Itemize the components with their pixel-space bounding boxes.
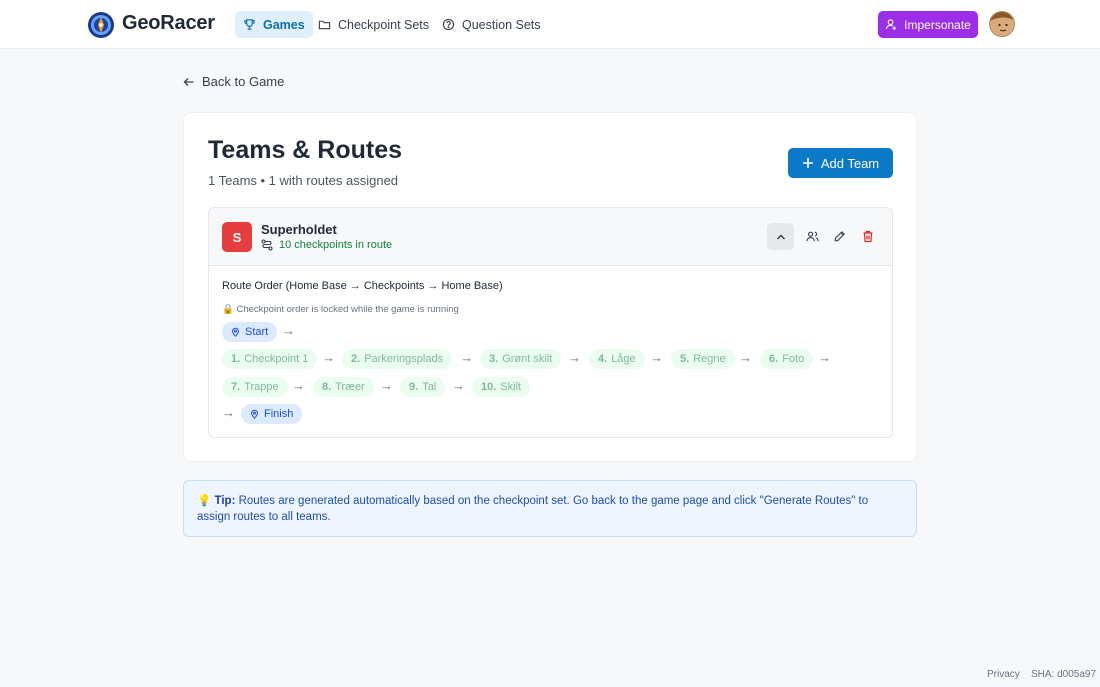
checkpoint-name: Parkeringsplads (364, 353, 444, 365)
delete-team-button[interactable] (854, 223, 881, 250)
checkpoint-number: 8. (322, 381, 332, 393)
start-label: Start (245, 326, 269, 338)
arrow-left-icon (183, 77, 194, 86)
checkpoint-number: 7. (231, 381, 241, 393)
route-arrow: → (282, 323, 295, 338)
team-members-button[interactable] (799, 223, 826, 250)
page-title: Teams & Routes (208, 136, 403, 164)
nav-question-sets[interactable]: Question Sets (434, 11, 549, 38)
add-team-button[interactable]: Add Team (788, 148, 893, 178)
tip-label: Tip: (214, 495, 236, 507)
checkpoint-name: Tal (422, 381, 437, 393)
route-arrow: → (568, 350, 581, 365)
checkpoint-chip: 10. Skilt (472, 377, 531, 397)
route-arrow: → (818, 350, 831, 365)
user-avatar[interactable] (989, 11, 1015, 37)
start-chip: Start (222, 322, 278, 342)
brand-name[interactable]: GeoRacer (122, 12, 215, 35)
checkpoint-chip: 8. Træer (313, 377, 374, 397)
tip-banner: 💡 Tip: Routes are generated automaticall… (183, 480, 917, 537)
map-pin-icon (232, 327, 239, 337)
team-header[interactable]: S Superholdet 10 checkpoints in route (209, 208, 892, 266)
checkpoint-name: Trappe (244, 381, 279, 393)
tip-text: Routes are generated automatically based… (197, 495, 869, 523)
checkpoint-name: Regne (693, 353, 726, 365)
route-icon (261, 239, 273, 251)
build-sha: SHA: d005a97 (1031, 669, 1097, 680)
checkpoint-name: Grønt skilt (502, 353, 553, 365)
pencil-icon (834, 231, 845, 242)
back-label: Back to Game (202, 74, 285, 89)
checkpoint-chip: 1. Checkpoint 1 (222, 349, 318, 369)
checkpoint-number: 3. (489, 353, 499, 365)
user-switch-icon (885, 19, 897, 31)
team-meta-label: 10 checkpoints in route (279, 239, 393, 251)
route-arrow: → (739, 350, 752, 365)
checkpoint-number: 6. (769, 353, 779, 365)
back-to-game-link[interactable]: Back to Game (183, 74, 284, 89)
team-route-meta: 10 checkpoints in route (261, 239, 392, 251)
checkpoint-chip: 5. Regne (671, 349, 735, 369)
nav-question-sets-label: Question Sets (462, 17, 541, 32)
checkpoint-chip: 2. Parkeringsplads (342, 349, 453, 369)
finish-chip: Finish (241, 404, 303, 424)
route-arrow: → (650, 350, 663, 365)
checkpoint-number: 4. (598, 353, 608, 365)
route-arrow: → (380, 378, 393, 393)
route-arrow: → (322, 350, 335, 365)
checkpoint-number: 1. (231, 353, 241, 365)
top-navbar: GeoRacer Games Checkpoint Sets Question … (0, 0, 1100, 49)
checkpoint-name: Låge (611, 353, 636, 365)
finish-label: Finish (264, 408, 294, 420)
impersonate-button[interactable]: Impersonate (878, 11, 978, 38)
checkpoint-chip: 6. Foto (760, 349, 814, 369)
route-arrow: → (222, 405, 235, 420)
checkpoint-number: 9. (409, 381, 419, 393)
lightbulb-icon: 💡 (197, 495, 212, 507)
folder-icon (318, 20, 331, 30)
privacy-link[interactable]: Privacy (987, 669, 1020, 680)
lock-note: 🔒 Checkpoint order is locked while the g… (222, 304, 459, 315)
route-arrow: → (292, 378, 305, 393)
nav-games-label: Games (263, 17, 305, 32)
question-circle-icon (442, 18, 455, 31)
map-pin-icon (251, 409, 258, 419)
avatar-face-icon (990, 12, 1014, 36)
plus-icon (802, 158, 813, 168)
team-card: S Superholdet 10 checkpoints in route Ro… (208, 207, 893, 438)
route-arrow: → (452, 378, 465, 393)
compass-logo-icon[interactable] (87, 11, 115, 39)
nav-checkpoint-sets-label: Checkpoint Sets (338, 17, 430, 32)
checkpoint-name: Checkpoint 1 (244, 353, 309, 365)
route-order-title: Route Order (Home Base → Checkpoints → H… (222, 280, 503, 292)
checkpoint-name: Skilt (500, 381, 522, 393)
checkpoint-number: 10. (481, 381, 497, 393)
page-subtitle: 1 Teams • 1 with routes assigned (208, 173, 399, 188)
nav-checkpoint-sets[interactable]: Checkpoint Sets (310, 11, 437, 38)
checkpoint-chip: 9. Tal (400, 377, 446, 397)
checkpoint-name: Foto (782, 353, 805, 365)
chevron-up-icon (776, 233, 785, 240)
trophy-icon (244, 19, 255, 30)
checkpoint-number: 5. (680, 353, 690, 365)
checkpoint-chip: 4. Låge (589, 349, 645, 369)
checkpoint-chip: 3. Grønt skilt (480, 349, 562, 369)
teams-routes-card: Teams & Routes 1 Teams • 1 with routes a… (183, 112, 917, 462)
checkpoint-name: Træer (335, 381, 365, 393)
nav-games[interactable]: Games (235, 11, 313, 38)
team-initial-badge: S (222, 222, 252, 252)
impersonate-label: Impersonate (904, 17, 971, 32)
checkpoint-chip: 7. Trappe (222, 377, 288, 397)
team-name: Superholdet (261, 222, 337, 237)
checkpoint-number: 2. (351, 353, 361, 365)
trash-icon (863, 230, 872, 243)
edit-team-button[interactable] (826, 223, 853, 250)
users-icon (806, 231, 819, 242)
collapse-button[interactable] (767, 223, 794, 250)
add-team-label: Add Team (820, 155, 880, 171)
route-arrow: → (460, 350, 473, 365)
